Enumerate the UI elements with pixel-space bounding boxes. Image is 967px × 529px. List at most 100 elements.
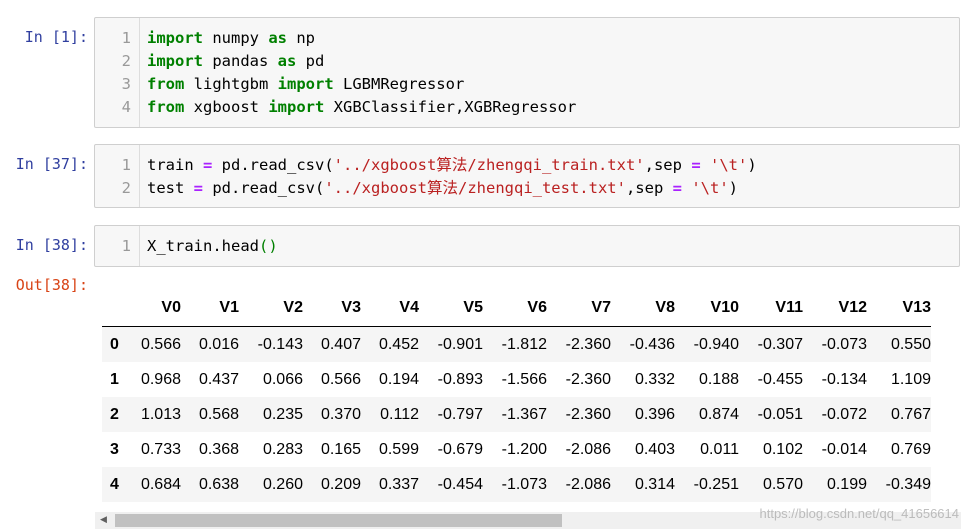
line-number: 2 [121, 179, 131, 197]
code-token: = [691, 156, 701, 174]
code-token: ) [747, 156, 757, 174]
table-cell: 0.769 [890, 440, 931, 458]
code-line[interactable]: 1 train = pd.read_csv('../xgboost算法/zheng… [95, 154, 959, 177]
code-line[interactable]: 2 test = pd.read_csv('../xgboost算法/zhengq… [95, 177, 959, 200]
column-header: V0 [135, 290, 181, 327]
triangle-left-icon[interactable]: ◀ [95, 512, 112, 529]
table-cell: -2.360 [565, 370, 611, 388]
column-header: V12 [803, 290, 867, 327]
table-cell: 0.452 [378, 335, 419, 353]
table-cell: 0.370 [320, 405, 361, 423]
code-token: = [193, 179, 204, 197]
code-line[interactable]: 4 from xgboost import XGBClassifier,XGBRe… [95, 96, 959, 119]
scrollbar-thumb[interactable] [115, 514, 562, 527]
table-cell: 0.437 [198, 370, 239, 388]
line-number: 2 [121, 52, 131, 70]
code-cell[interactable]: 1 train = pd.read_csv('../xgboost算法/zheng… [94, 144, 960, 208]
output-prompt: Out[38]: [15, 276, 88, 294]
code-token: numpy [203, 29, 269, 47]
code-token: pd [296, 52, 325, 70]
column-header: V7 [547, 290, 611, 327]
table-cell: -1.200 [501, 440, 547, 458]
table-cell: -0.349 [885, 475, 931, 493]
table-cell: 0.283 [262, 440, 303, 458]
input-prompt: In [38]: [15, 236, 88, 254]
row-index: 1 [110, 370, 119, 388]
table-cell: 0.209 [320, 475, 361, 493]
row-index: 0 [110, 335, 119, 353]
table-cell: -2.086 [565, 475, 611, 493]
table-cell: -2.360 [565, 405, 611, 423]
code-token: from [147, 98, 185, 116]
code-text: train = pd.read_csv('../xgboost算法/zhengq… [147, 154, 757, 177]
column-header: V8 [611, 290, 675, 327]
code-token: import [147, 29, 203, 47]
table-cell: -2.360 [565, 335, 611, 353]
code-token: as [268, 29, 287, 47]
table-cell: -0.143 [257, 335, 303, 353]
table-cell: 1.109 [890, 370, 931, 388]
table-cell: -0.251 [693, 475, 739, 493]
header-row: V0 V1 V2 V3 V4 V5 V6 V7 V8 V10 V11 V12 V… [102, 290, 931, 327]
code-token: '../xgboost算法/zhengqi_test.txt' [324, 179, 626, 197]
watermark: https://blog.csdn.net/qq_41656614 [759, 506, 960, 521]
column-header: V2 [239, 290, 303, 327]
index-header [102, 290, 135, 327]
table-cell: 0.568 [198, 405, 239, 423]
table-cell: -0.940 [693, 335, 739, 353]
code-line[interactable]: 2 import pandas as pd [95, 50, 959, 73]
column-header: V11 [739, 290, 803, 327]
code-token: '\t' [691, 179, 729, 197]
line-number: 1 [121, 156, 131, 174]
code-line[interactable]: 1 import numpy as np [95, 27, 959, 50]
code-text: from xgboost import XGBClassifier,XGBReg… [147, 96, 576, 119]
code-token: import [147, 52, 203, 70]
code-line[interactable]: 3 from lightgbm import LGBMRegressor [95, 73, 959, 96]
table-cell: -0.679 [437, 440, 483, 458]
table-cell: 0.570 [762, 475, 803, 493]
code-token: pd.read_csv( [212, 156, 334, 174]
code-token: ,sep [644, 156, 692, 174]
column-header: V6 [483, 290, 547, 327]
line-number: 1 [121, 237, 131, 255]
code-token: lightgbm [184, 75, 278, 93]
line-number: 1 [121, 29, 131, 47]
table-cell: 0.337 [378, 475, 419, 493]
line-number: 3 [121, 75, 131, 93]
table-cell: 0.199 [826, 475, 867, 493]
column-header: V1 [181, 290, 239, 327]
code-token: test [147, 179, 194, 197]
table-cell: -0.893 [437, 370, 483, 388]
table-cell: -0.436 [629, 335, 675, 353]
code-token: LGBMRegressor [333, 75, 465, 93]
table-cell: 0.733 [140, 440, 181, 458]
code-token: '\t' [710, 156, 748, 174]
column-header: V4 [361, 290, 419, 327]
code-cell[interactable]: 1 X_train.head() [94, 225, 960, 267]
code-text: import numpy as np [147, 27, 315, 50]
code-cell[interactable]: 1 import numpy as np 2 import pandas as pd 3… [94, 17, 960, 128]
row-index: 2 [110, 405, 119, 423]
code-line[interactable]: 1 X_train.head() [95, 235, 959, 258]
table-cell: 0.368 [198, 440, 239, 458]
code-token: xgboost [184, 98, 269, 116]
table-row: 3 0.733 0.368 0.283 0.165 0.599 -0.679 -1.200 -2… [102, 432, 931, 467]
table-row: 4 0.684 0.638 0.260 0.209 0.337 -0.454 -1.073 -2… [102, 467, 931, 502]
table-cell: 0.638 [198, 475, 239, 493]
table-cell: -0.901 [437, 335, 483, 353]
column-header: V10 [675, 290, 739, 327]
table-cell: -0.072 [821, 405, 867, 423]
table-cell: 0.407 [320, 335, 361, 353]
table-cell: 0.314 [634, 475, 675, 493]
table-cell: 0.066 [262, 370, 303, 388]
table-cell: 0.194 [378, 370, 419, 388]
table-cell: 0.260 [262, 475, 303, 493]
table-cell: 0.684 [140, 475, 181, 493]
code-text: test = pd.read_csv('../xgboost算法/zhengqi… [147, 177, 738, 200]
code-text: from lightgbm import LGBMRegressor [147, 73, 464, 96]
code-token: import [277, 75, 334, 93]
table-cell: -2.086 [565, 440, 611, 458]
code-token: ) [728, 179, 738, 197]
code-token: as [277, 52, 297, 70]
